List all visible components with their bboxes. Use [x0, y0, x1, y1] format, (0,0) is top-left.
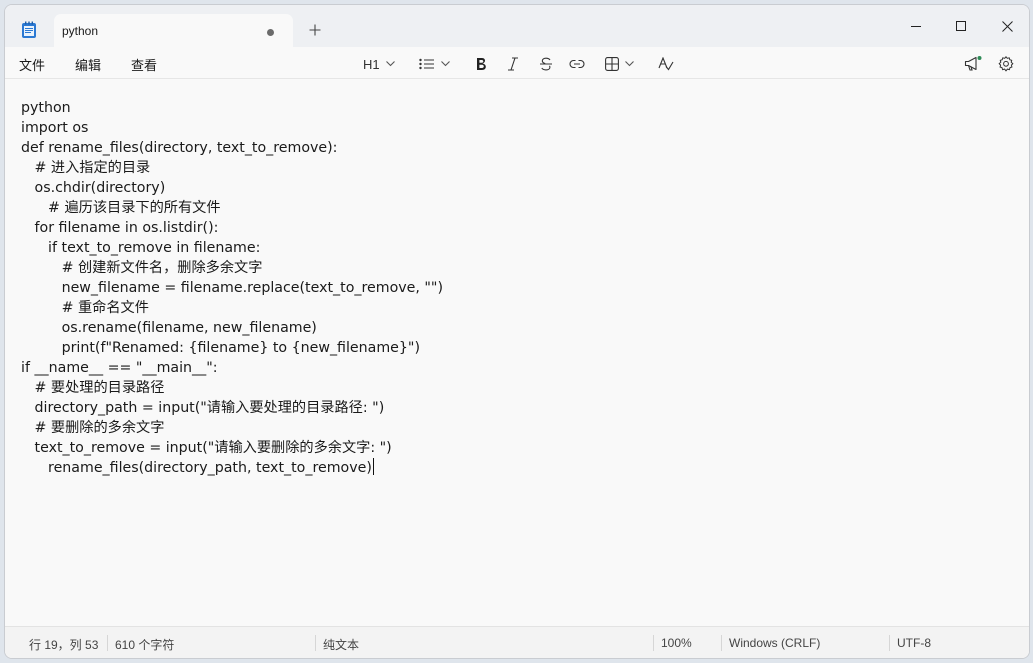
text-line: # 要处理的目录路径	[21, 380, 165, 396]
table-dropdown[interactable]	[605, 53, 634, 75]
bold-button[interactable]	[475, 53, 487, 75]
close-icon	[1001, 20, 1013, 32]
text-line-last: rename_files(directory_path, text_to_rem…	[21, 458, 443, 478]
link-icon	[569, 59, 585, 69]
strikethrough-button[interactable]	[539, 53, 553, 75]
text-line: for filename in os.listdir():	[21, 220, 219, 236]
heading-label: H1	[363, 56, 380, 72]
minimize-button[interactable]	[893, 11, 939, 41]
last-line-text: rename_files(directory_path, text_to_rem…	[21, 460, 372, 476]
maximize-button[interactable]	[938, 11, 984, 41]
list-dropdown[interactable]	[419, 53, 450, 75]
text-line: new_filename = filename.replace(text_to_…	[21, 280, 443, 296]
notepad-window: python 文件 编辑 查看 H1 python import os def …	[4, 4, 1030, 659]
status-divider	[889, 635, 890, 651]
document-text[interactable]: python import os def rename_files(direct…	[21, 98, 443, 478]
table-icon	[605, 57, 619, 71]
bold-icon	[477, 58, 486, 70]
link-button[interactable]	[569, 53, 585, 75]
new-tab-button[interactable]	[304, 19, 326, 41]
text-line: def rename_files(directory, text_to_remo…	[21, 140, 338, 156]
text-line: os.chdir(directory)	[21, 180, 166, 196]
menu-file[interactable]: 文件	[19, 55, 45, 74]
text-line: # 要删除的多余文字	[21, 420, 165, 436]
minimize-icon	[911, 26, 921, 27]
status-bar: 行 19，列 53 610 个字符 纯文本 100% Windows (CRLF…	[5, 626, 1029, 658]
text-line: if text_to_remove in filename:	[21, 240, 261, 256]
close-button[interactable]	[984, 11, 1029, 41]
document-tab[interactable]: python	[54, 14, 293, 48]
file-format[interactable]: 纯文本	[323, 636, 359, 653]
menu-bar: 文件 编辑 查看 H1	[5, 47, 1029, 79]
status-divider	[315, 635, 316, 651]
status-divider	[107, 635, 108, 651]
heading-dropdown[interactable]: H1	[363, 53, 395, 75]
settings-button[interactable]	[998, 53, 1014, 75]
text-line: if __name__ == "__main__":	[21, 360, 218, 376]
text-line: # 重命名文件	[21, 300, 149, 316]
maximize-icon	[956, 21, 966, 31]
spellcheck-icon	[658, 57, 674, 71]
chevron-down-icon	[625, 61, 634, 67]
text-line: directory_path = input("请输入要处理的目录路径: ")	[21, 400, 385, 416]
text-line: print(f"Renamed: {filename} to {new_file…	[21, 340, 420, 356]
gear-icon	[998, 56, 1014, 72]
text-line: import os	[21, 120, 89, 136]
chevron-down-icon	[385, 61, 395, 67]
text-editor[interactable]: python import os def rename_files(direct…	[5, 80, 1029, 626]
notepad-app-icon	[21, 21, 37, 39]
megaphone-icon	[964, 56, 982, 71]
text-line: # 遍历该目录下的所有文件	[21, 200, 221, 216]
tab-title: python	[62, 24, 99, 38]
bulleted-list-icon	[419, 58, 434, 70]
status-divider	[721, 635, 722, 651]
encoding[interactable]: UTF-8	[897, 636, 931, 650]
title-bar: python	[5, 5, 1029, 48]
menu-edit[interactable]: 编辑	[75, 55, 101, 74]
character-count: 610 个字符	[115, 638, 175, 652]
italic-button[interactable]	[507, 53, 519, 75]
zoom-level[interactable]: 100%	[661, 636, 692, 650]
italic-icon	[508, 57, 518, 71]
text-line: os.rename(filename, new_filename)	[21, 320, 317, 336]
text-line: text_to_remove = input("请输入要删除的多余文字: ")	[21, 440, 392, 456]
text-line: # 创建新文件名，删除多余文字	[21, 260, 263, 276]
unsaved-indicator-icon[interactable]	[267, 29, 274, 36]
spellcheck-button[interactable]	[658, 53, 674, 75]
cursor-position[interactable]: 行 19，列 53	[29, 636, 98, 653]
menu-view[interactable]: 查看	[131, 55, 157, 74]
strikethrough-icon	[540, 57, 552, 71]
chevron-down-icon	[441, 61, 450, 67]
text-line: python	[21, 100, 71, 116]
line-ending[interactable]: Windows (CRLF)	[729, 636, 820, 650]
text-caret	[372, 458, 374, 475]
text-line: # 进入指定的目录	[21, 160, 151, 176]
status-divider	[653, 635, 654, 651]
plus-icon	[309, 24, 321, 36]
whats-new-button[interactable]	[964, 53, 982, 75]
